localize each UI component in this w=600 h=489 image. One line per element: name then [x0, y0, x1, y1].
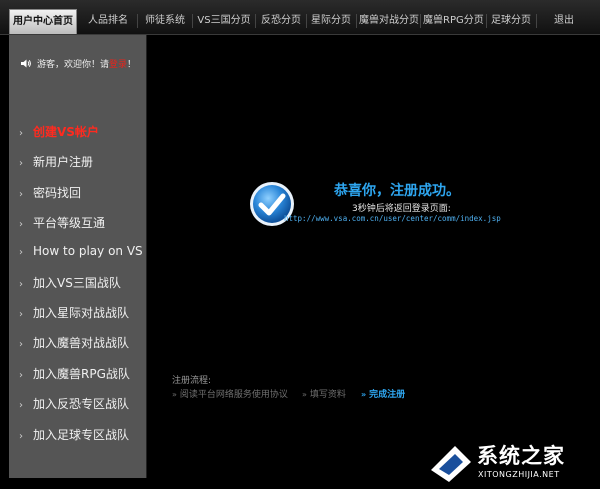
sidebar-item-join-football-team[interactable]: › 加入足球专区战队: [19, 426, 129, 443]
tab-separator: [306, 14, 307, 28]
double-chevron-icon: »: [361, 390, 367, 399]
tab-separator: [255, 14, 256, 28]
sidebar-item-label: How to play on VS: [33, 244, 143, 258]
tab-warcraft-rpg[interactable]: 魔兽RPG分页: [423, 10, 484, 32]
sidebar-item-join-warcraft-team[interactable]: › 加入魔兽对战战队: [19, 334, 129, 351]
chevron-right-icon: ›: [19, 219, 23, 230]
redirect-notice: 3秒钟后将返回登录页面:: [352, 204, 451, 214]
sidebar-item-how-to-play[interactable]: › How to play on VS: [19, 244, 143, 258]
sidebar-item-register[interactable]: › 新用户注册: [19, 153, 93, 170]
process-step-read-agreement: » 阅读平台网络服务使用协议: [172, 387, 288, 400]
double-chevron-icon: »: [172, 390, 177, 399]
sidebar-item-level-interop[interactable]: › 平台等级互通: [19, 214, 105, 231]
tab-ranking[interactable]: 人品排名: [82, 10, 134, 32]
redirect-link[interactable]: http://www.vsa.com.cn/user/center/comm/i…: [284, 214, 501, 223]
chevron-right-icon: ›: [19, 247, 23, 258]
tab-user-center-home[interactable]: 用户中心首页: [9, 9, 77, 34]
tab-counter-strike[interactable]: 反恐分页: [259, 10, 303, 32]
sidebar-item-label: 平台等级互通: [33, 216, 106, 230]
sidebar-item-label: 密码找回: [33, 186, 82, 200]
process-title: 注册流程:: [172, 376, 212, 386]
chevron-right-icon: ›: [19, 400, 23, 411]
sidebar-item-label: 创建VS帐户: [33, 125, 99, 139]
step-label: 填写资料: [309, 390, 346, 400]
process-step-fill-info: » 填写资料: [302, 387, 346, 400]
watermark-text: 系统之家: [477, 444, 565, 468]
sidebar-item-join-cs-team[interactable]: › 加入反恐专区战队: [19, 395, 129, 412]
sidebar: 游客，欢迎你！请登录！ › 创建VS帐户 › 新用户注册 › 密码找回 › 平台等级互通…: [9, 35, 147, 478]
tab-starcraft[interactable]: 星际分页: [309, 10, 353, 32]
welcome-message: 游客，欢迎你！请登录！: [21, 57, 136, 70]
tab-mentor-system[interactable]: 师徒系统: [141, 10, 189, 32]
welcome-text: 游客，欢迎你！请: [37, 60, 110, 70]
tab-separator: [137, 14, 138, 28]
sidebar-item-create-account[interactable]: › 创建VS帐户: [19, 123, 99, 140]
sidebar-item-label: 加入星际对战战队: [33, 306, 130, 320]
sidebar-item-label: 加入足球专区战队: [33, 428, 130, 442]
sidebar-item-join-starcraft-team[interactable]: › 加入星际对战战队: [19, 304, 129, 321]
tab-separator: [536, 14, 537, 28]
sidebar-item-join-sanguo-team[interactable]: › 加入VS三国战队: [19, 274, 121, 291]
speaker-icon: [21, 59, 31, 68]
chevron-right-icon: ›: [19, 431, 23, 442]
process-step-complete: » 完成注册: [361, 387, 405, 400]
tab-separator: [356, 14, 357, 28]
success-title: 恭喜你，注册成功。: [334, 183, 460, 199]
top-nav: 用户中心首页 人品排名 师徒系统 VS三国分页 反恐分页 星际分页 魔兽对战分页…: [0, 0, 600, 35]
chevron-right-icon: ›: [19, 339, 23, 350]
tab-vs-sanguo[interactable]: VS三国分页: [196, 10, 252, 32]
sidebar-item-join-rpg-team[interactable]: › 加入魔兽RPG战队: [19, 365, 130, 382]
chevron-right-icon: ›: [19, 309, 23, 320]
tab-logout[interactable]: 退出: [546, 10, 582, 32]
chevron-right-icon: ›: [19, 158, 23, 169]
tab-separator: [192, 14, 193, 28]
chevron-right-icon: ›: [19, 189, 23, 200]
step-label: 完成注册: [369, 390, 406, 400]
sidebar-item-label: 加入反恐专区战队: [33, 397, 130, 411]
sidebar-item-label: 新用户注册: [33, 155, 94, 169]
double-chevron-icon: »: [302, 390, 307, 399]
sidebar-item-password-recovery[interactable]: › 密码找回: [19, 184, 81, 201]
tab-separator: [486, 14, 487, 28]
watermark-subtext: XITONGZHIJIA.NET: [478, 470, 560, 479]
chevron-right-icon: ›: [19, 370, 23, 381]
tab-football[interactable]: 足球分页: [489, 10, 533, 32]
tab-warcraft-battle[interactable]: 魔兽对战分页: [359, 10, 419, 32]
sidebar-item-label: 加入魔兽对战战队: [33, 336, 130, 350]
sidebar-item-label: 加入VS三国战队: [33, 276, 121, 290]
step-label: 阅读平台网络服务使用协议: [179, 390, 288, 400]
login-link[interactable]: 登录: [109, 60, 127, 70]
chevron-right-icon: ›: [19, 279, 23, 290]
sidebar-item-label: 加入魔兽RPG战队: [33, 367, 130, 381]
chevron-right-icon: ›: [19, 128, 23, 139]
welcome-suffix: ！: [127, 60, 137, 70]
tab-separator: [420, 14, 421, 28]
